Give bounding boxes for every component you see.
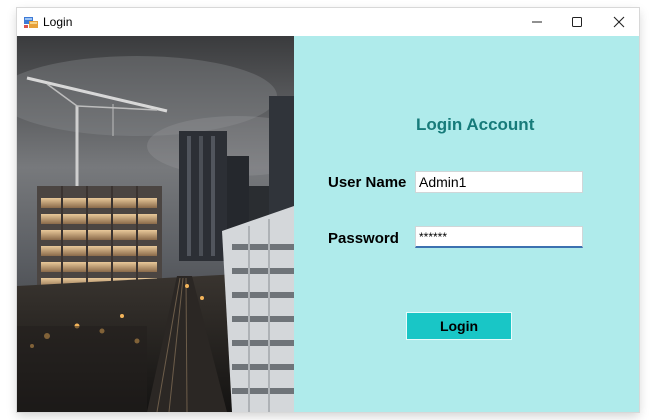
- username-label: User Name: [328, 174, 407, 191]
- username-input[interactable]: [415, 171, 583, 193]
- city-skyline-photo: [17, 36, 327, 412]
- app-icon: [23, 14, 39, 30]
- login-panel: Login Account User Name Password Login: [294, 36, 639, 412]
- maximize-icon: [572, 17, 582, 27]
- close-icon: [613, 16, 625, 28]
- minimize-button[interactable]: [515, 8, 559, 36]
- close-button[interactable]: [597, 8, 639, 36]
- minimize-icon: [532, 21, 542, 23]
- login-window: Login Login Account User Name Admin1 Pas…: [17, 8, 639, 412]
- password-input[interactable]: [415, 226, 583, 248]
- login-button[interactable]: Login: [406, 312, 512, 340]
- title-bar: Login: [17, 8, 639, 36]
- maximize-button[interactable]: [555, 8, 599, 36]
- login-heading: Login Account: [416, 115, 535, 134]
- password-label: Password: [328, 230, 399, 247]
- window-title: Login: [43, 15, 73, 29]
